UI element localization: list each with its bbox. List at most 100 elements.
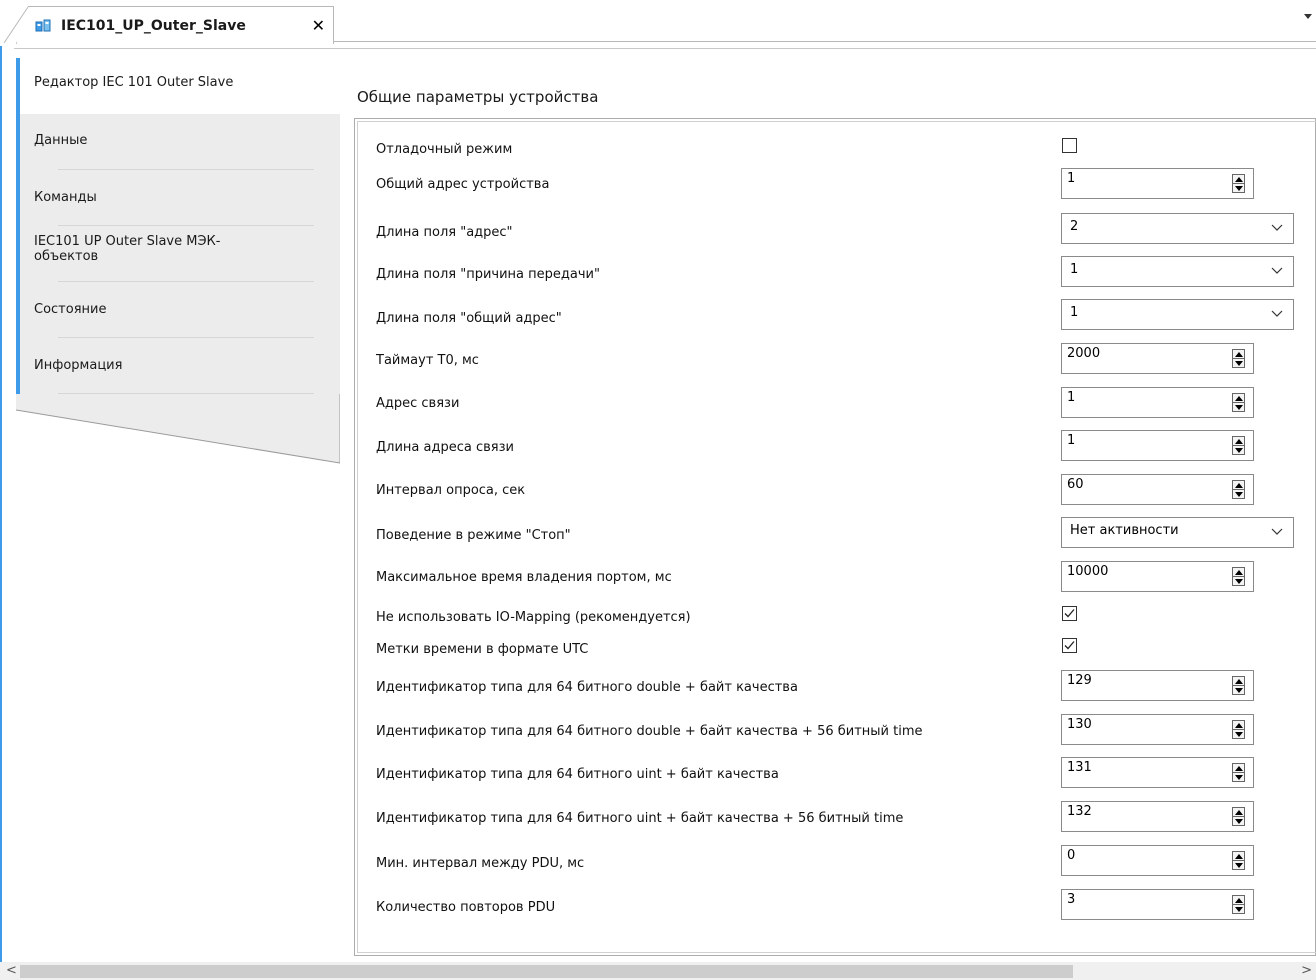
param-label: Идентификатор типа для 64 битного double… [376, 724, 923, 739]
checkmark-icon [1064, 609, 1075, 618]
param-label: Метки времени в формате UTC [376, 642, 589, 657]
spin-buttons-icon[interactable] [1232, 763, 1245, 782]
param-label: Общий адрес устройства [376, 177, 550, 192]
item-accent [16, 170, 20, 226]
select-value: 1 [1070, 305, 1079, 320]
tab-strip-divider [334, 41, 1316, 42]
scroll-left-icon[interactable]: < [6, 963, 17, 978]
select-value: 1 [1070, 262, 1079, 277]
item-accent [16, 226, 20, 282]
spin-value: 2000 [1067, 346, 1101, 361]
editor-sidebar: Редактор IEC 101 Outer Slave Данные Кома… [16, 58, 340, 498]
spin-buttons-icon[interactable] [1232, 851, 1245, 870]
spin-value: 10000 [1067, 564, 1109, 579]
link-address-length-spinbox[interactable]: 1 [1061, 430, 1254, 461]
spin-buttons-icon[interactable] [1232, 436, 1245, 455]
no-io-mapping-checkbox[interactable] [1062, 606, 1077, 621]
sidebar-item-information[interactable]: Информация [16, 338, 340, 394]
param-label: Поведение в режиме "Стоп" [376, 528, 571, 543]
sidebar-item-label: Состояние [34, 302, 107, 317]
type-id-uint-time-spinbox[interactable]: 132 [1061, 801, 1254, 832]
spin-buttons-icon[interactable] [1232, 676, 1245, 695]
spin-value: 0 [1067, 848, 1076, 863]
document-tab-strip: IEC101_UP_Outer_Slave ✕ [0, 0, 1316, 46]
tab-slant-decoration [3, 6, 29, 44]
spin-value: 3 [1067, 892, 1076, 907]
sidebar-item-iec-objects[interactable]: IEC101 UP Outer Slave МЭК-объектов [16, 226, 340, 282]
param-label: Таймаут T0, мс [376, 353, 479, 368]
scroll-right-icon[interactable]: > [1301, 963, 1312, 978]
spin-value: 129 [1067, 673, 1092, 688]
sidebar-item-label: Информация [34, 358, 123, 373]
param-label: Адрес связи [376, 396, 460, 411]
param-label: Длина адреса связи [376, 440, 514, 455]
sidebar-item-commands[interactable]: Команды [16, 170, 340, 226]
common-address-length-select[interactable]: 1 [1061, 299, 1294, 330]
spin-value: 1 [1067, 390, 1076, 405]
tab-list-dropdown-icon[interactable] [1304, 14, 1312, 19]
scrollbar-thumb[interactable] [20, 965, 1073, 978]
param-label: Максимальное время владения портом, мс [376, 570, 672, 585]
type-id-double-spinbox[interactable]: 129 [1061, 670, 1254, 701]
divider [58, 393, 314, 394]
param-label: Количество повторов PDU [376, 900, 556, 915]
chevron-down-icon [1271, 528, 1283, 535]
param-label: Мин. интервал между PDU, мс [376, 856, 585, 871]
document-tab-title: IEC101_UP_Outer_Slave [61, 17, 246, 34]
cause-length-select[interactable]: 1 [1061, 256, 1294, 287]
port-ownership-time-spinbox[interactable]: 10000 [1061, 561, 1254, 592]
sidebar-item-label: Редактор IEC 101 Outer Slave [34, 75, 234, 90]
chevron-down-icon [1271, 267, 1283, 274]
link-address-spinbox[interactable]: 1 [1061, 387, 1254, 418]
spin-buttons-icon[interactable] [1232, 393, 1245, 412]
select-value: 2 [1070, 219, 1079, 234]
min-pdu-interval-spinbox[interactable]: 0 [1061, 845, 1254, 876]
sidebar-item-label: IEC101 UP Outer Slave МЭК-объектов [34, 234, 221, 264]
spin-buttons-icon[interactable] [1232, 807, 1245, 826]
spin-value: 132 [1067, 804, 1092, 819]
horizontal-scrollbar[interactable]: < > [0, 962, 1316, 980]
address-length-select[interactable]: 2 [1061, 213, 1294, 244]
spin-buttons-icon[interactable] [1232, 174, 1245, 193]
spin-value: 60 [1067, 477, 1084, 492]
type-id-uint-spinbox[interactable]: 131 [1061, 757, 1254, 788]
spin-buttons-icon[interactable] [1232, 349, 1245, 368]
param-label: Длина поля "адрес" [376, 225, 513, 240]
chevron-down-icon [1271, 310, 1283, 317]
chevron-down-icon [1271, 224, 1283, 231]
timeout-t0-spinbox[interactable]: 2000 [1061, 343, 1254, 374]
item-accent [16, 338, 20, 394]
param-label: Не использовать IO-Mapping (рекомендуетс… [376, 610, 691, 625]
stop-behavior-select[interactable]: Нет активности [1061, 517, 1294, 548]
common-address-spinbox[interactable]: 1 [1061, 168, 1254, 199]
item-accent [16, 282, 20, 338]
spin-buttons-icon[interactable] [1232, 720, 1245, 739]
sidebar-item-editor[interactable]: Редактор IEC 101 Outer Slave [16, 58, 340, 114]
sidebar-item-data[interactable]: Данные [16, 114, 340, 170]
debug-mode-checkbox[interactable] [1062, 138, 1077, 153]
spin-value: 1 [1067, 433, 1076, 448]
item-accent [16, 114, 20, 170]
spin-buttons-icon[interactable] [1232, 895, 1245, 914]
poll-interval-spinbox[interactable]: 60 [1061, 474, 1254, 505]
document-tab[interactable]: IEC101_UP_Outer_Slave ✕ [16, 6, 334, 44]
device-icon [35, 18, 51, 34]
content-top-divider [14, 48, 1316, 49]
active-indicator [16, 58, 20, 114]
spin-buttons-icon[interactable] [1232, 480, 1245, 499]
spin-value: 131 [1067, 760, 1092, 775]
pdu-retries-spinbox[interactable]: 3 [1061, 889, 1254, 920]
param-label: Идентификатор типа для 64 битного double… [376, 680, 798, 695]
spin-value: 130 [1067, 717, 1092, 732]
param-label: Идентификатор типа для 64 битного uint +… [376, 767, 779, 782]
param-label: Отладочный режим [376, 142, 513, 157]
select-value: Нет активности [1070, 523, 1179, 538]
spin-buttons-icon[interactable] [1232, 567, 1245, 586]
param-label: Длина поля "общий адрес" [376, 311, 562, 326]
utc-timestamps-checkbox[interactable] [1062, 638, 1077, 653]
close-icon[interactable]: ✕ [312, 16, 325, 35]
section-title: Общие параметры устройства [357, 88, 599, 106]
param-label: Длина поля "причина передачи" [376, 267, 600, 282]
type-id-double-time-spinbox[interactable]: 130 [1061, 714, 1254, 745]
sidebar-item-status[interactable]: Состояние [16, 282, 340, 338]
